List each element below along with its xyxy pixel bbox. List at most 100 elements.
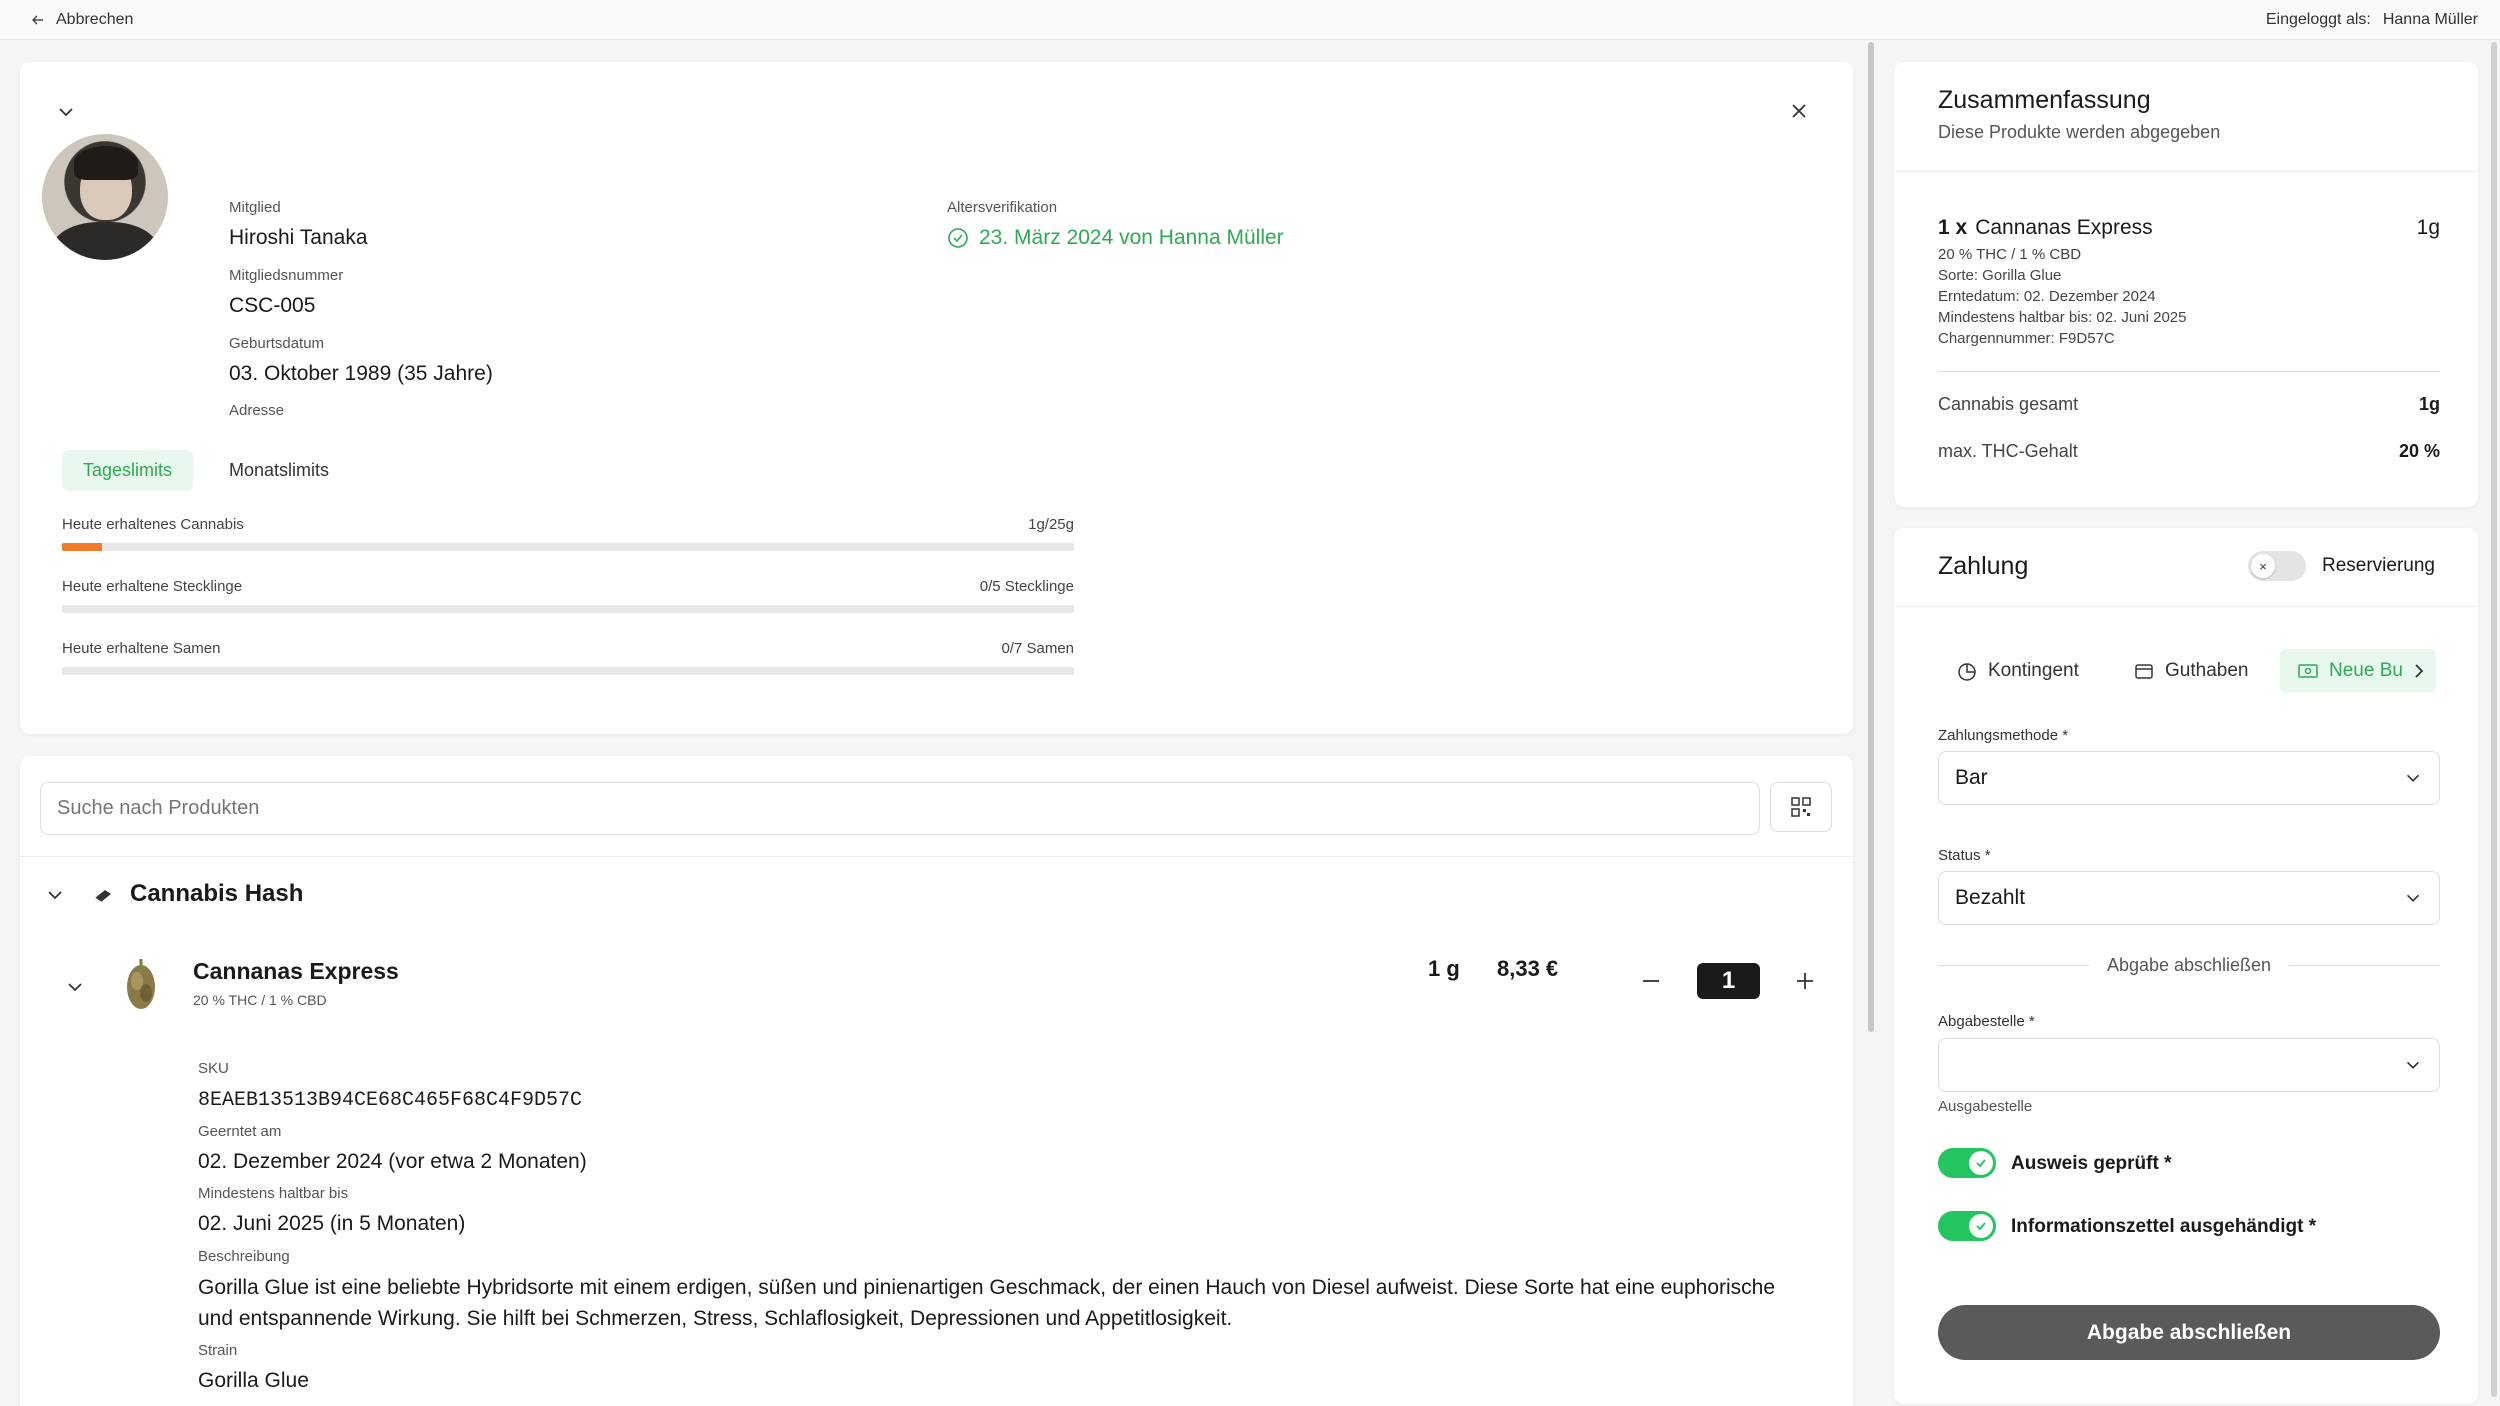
birth-date: 03. Oktober 1989 (35 Jahre) <box>229 362 493 385</box>
tab-contingent-label: Kontingent <box>1988 660 2079 681</box>
id-checked-switch[interactable] <box>1938 1148 1996 1178</box>
status-select[interactable]: Bezahlt <box>1938 871 2440 925</box>
minus-icon <box>1643 980 1659 982</box>
summary-divider <box>1894 171 2478 172</box>
limit-progress-bar <box>62 605 1074 613</box>
increase-quantity-button[interactable] <box>1790 966 1820 996</box>
info-sheet-switch[interactable] <box>1938 1211 1996 1241</box>
best-before-label: Mindestens haltbar bis <box>198 1185 349 1202</box>
harvest-value: 02. Dezember 2024 (vor etwa 2 Monaten) <box>198 1150 587 1173</box>
dispensary-select[interactable] <box>1938 1038 2440 1092</box>
summary-total-value: 1g <box>2418 394 2440 414</box>
tab-credit-label: Guthaben <box>2165 660 2249 681</box>
summary-thc-value: 20 % <box>2398 441 2440 461</box>
collapse-category-button[interactable] <box>40 880 70 910</box>
chevron-down-icon <box>2406 774 2420 782</box>
chevron-down-icon <box>2406 894 2420 902</box>
tab-contingent[interactable]: Kontingent <box>1939 649 2096 693</box>
complete-dispensing-button[interactable]: Abgabe abschließen <box>1938 1305 2440 1360</box>
check-circle-icon <box>948 228 968 248</box>
payment-method-select[interactable]: Bar <box>1938 751 2440 805</box>
limit-value: 1g/25g <box>1028 516 1074 533</box>
id-checked-label: Ausweis geprüft * <box>2011 1153 2172 1174</box>
strain-label: Strain <box>198 1342 238 1359</box>
summary-item: 1 x Cannanas Express 1g 20 % THC / 1 % CB… <box>1938 216 2440 349</box>
complete-separator-label: Abgabe abschließen <box>2106 955 2272 975</box>
summary-item-qty: 1 x <box>1938 216 1968 239</box>
collapse-member-button[interactable] <box>52 98 80 126</box>
tabs-scroll-right-button[interactable] <box>2408 660 2430 682</box>
category-title: Cannabis Hash <box>130 880 304 907</box>
limit-label: Heute erhaltene Stecklinge <box>62 578 243 595</box>
tab-credit[interactable]: Guthaben <box>2116 649 2265 693</box>
summary-thc-row: max. THC-Gehalt 20 % <box>1938 441 2440 462</box>
sku-value: 8EAEB13513B94CE68C465F68C4F9D57C <box>198 1089 583 1112</box>
cancel-link[interactable]: Abbrechen <box>30 11 133 29</box>
summary-total-row: Cannabis gesamt 1g <box>1938 394 2440 415</box>
limit-label: Heute erhaltene Samen <box>62 640 221 657</box>
hash-bar-icon <box>94 890 111 903</box>
arrow-left-icon <box>32 15 43 24</box>
summary-meta-strain: Sorte: Gorilla Glue <box>1938 267 2062 284</box>
product-price: 8,33 € <box>1497 956 1559 981</box>
quantity-display[interactable]: 1 <box>1697 963 1760 999</box>
harvest-label: Geerntet am <box>198 1123 282 1140</box>
status-value: Bezahlt <box>1955 886 2026 909</box>
qr-code-icon <box>1791 797 1811 817</box>
content-scrollbar[interactable] <box>1868 42 1874 1032</box>
logged-in-info: Eingeloggt als: Hanna Müller <box>2266 11 2478 29</box>
tab-new-booking-label: Neue Bu <box>2329 660 2403 681</box>
summary-meta-batch: Chargennummer: F9D57C <box>1938 330 2115 347</box>
summary-total-label: Cannabis gesamt <box>1938 394 2079 414</box>
reservation-label: Reservierung <box>2322 555 2435 576</box>
product-potency: 20 % THC / 1 % CBD <box>193 992 327 1008</box>
summary-subtitle: Diese Produkte werden abgegeben <box>1938 122 2221 142</box>
payment-title: Zahlung <box>1938 552 2029 580</box>
plus-icon <box>1797 973 1813 989</box>
collapse-product-button[interactable] <box>60 972 90 1002</box>
limit-progress-bar <box>62 667 1074 675</box>
birth-date-label: Geburtsdatum <box>229 335 325 352</box>
summary-meta-harvest: Erntedatum: 02. Dezember 2024 <box>1938 288 2156 305</box>
summary-separator <box>1938 371 2440 372</box>
pie-chart-icon <box>1958 663 1976 681</box>
chevron-down-icon <box>68 983 82 992</box>
sidebar-scrollbar[interactable] <box>2491 42 2497 1397</box>
wallet-icon <box>2135 664 2153 679</box>
age-verification-label: Altersverifikation <box>947 199 1058 216</box>
chevron-right-icon <box>2415 664 2424 678</box>
complete-separator: Abgabe abschließen <box>1938 955 2440 976</box>
limit-progress-bar <box>62 543 1074 551</box>
reservation-toggle[interactable]: × <box>2248 551 2306 581</box>
best-before-value: 02. Juni 2025 (in 5 Monaten) <box>198 1212 466 1235</box>
strain-value: Gorilla Glue <box>198 1369 309 1392</box>
payment-method-value: Bar <box>1955 766 1988 789</box>
check-icon <box>1976 1222 1986 1231</box>
close-member-button[interactable] <box>1784 96 1814 126</box>
limit-value: 0/5 Stecklinge <box>979 578 1074 595</box>
dispensary-hint: Ausgabestelle <box>1938 1098 2033 1115</box>
summary-title: Zusammenfassung <box>1938 86 2151 114</box>
toggle-off-icon: × <box>2251 554 2275 578</box>
member-number-label: Mitgliedsnummer <box>229 267 344 284</box>
tab-monthly-limits[interactable]: Monatslimits <box>208 450 350 491</box>
tab-daily-limits[interactable]: Tageslimits <box>62 450 194 491</box>
products-divider <box>20 856 1853 857</box>
age-verification-date: 23. März 2024 von Hanna Müller <box>979 226 1284 249</box>
member-label: Mitglied <box>229 199 281 216</box>
payment-divider <box>1894 606 2478 607</box>
decrease-quantity-button[interactable] <box>1636 966 1666 996</box>
member-number: CSC-005 <box>229 294 316 317</box>
chevron-down-icon <box>59 108 73 117</box>
product-name: Cannanas Express <box>193 958 399 984</box>
check-icon <box>1976 1159 1986 1168</box>
limit-label: Heute erhaltenes Cannabis <box>62 516 244 533</box>
product-search-input[interactable] <box>40 782 1760 835</box>
product-weight: 1 g <box>1428 956 1460 981</box>
info-sheet-label: Informationszettel ausgehändigt * <box>2011 1216 2317 1237</box>
user-name: Hanna Müller <box>2382 10 2478 28</box>
summary-item-name: Cannanas Express <box>1975 216 2153 239</box>
qr-scan-button[interactable] <box>1770 782 1832 832</box>
summary-item-amount: 1g <box>2416 216 2440 239</box>
limit-row-cuttings: Heute erhaltene Stecklinge 0/5 Stecklinge <box>62 578 1074 613</box>
